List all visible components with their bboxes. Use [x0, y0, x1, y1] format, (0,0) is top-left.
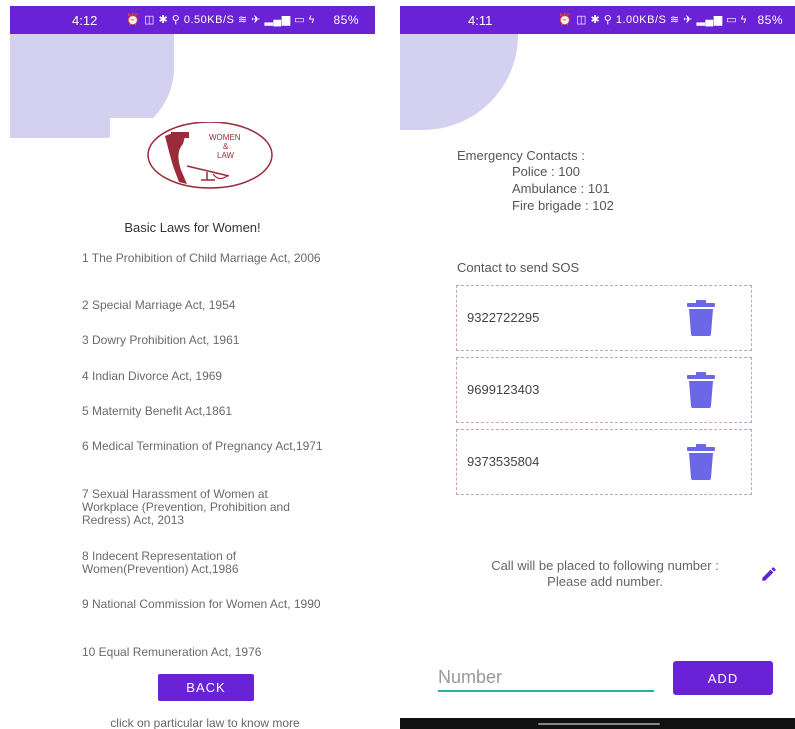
law-item[interactable]: 10 Equal Remuneration Act, 1976	[82, 646, 327, 659]
status-time: 4:12	[72, 12, 98, 28]
sos-screen: 4:11 ⏰ ◫ ✱ ⚲ 1.00KB/S ≋ ✈ ▂▄▆ ▭ ϟ 85% Em…	[400, 0, 795, 729]
back-button[interactable]: BACK	[158, 674, 254, 701]
sos-contact-card: 9699123403	[456, 357, 752, 423]
trash-icon[interactable]	[685, 372, 717, 408]
law-item[interactable]: 8 Indecent Representation of Women(Preve…	[82, 550, 327, 576]
sos-contact-card: 9373535804	[456, 429, 752, 495]
sos-contact-card: 9322722295	[456, 285, 752, 351]
law-item[interactable]: 1 The Prohibition of Child Marriage Act,…	[82, 252, 327, 265]
call-line: Call will be placed to following number …	[491, 558, 719, 573]
law-item[interactable]: 2 Special Marriage Act, 1954	[82, 299, 327, 312]
contact-number: 9699123403	[467, 382, 540, 397]
status-icons: ⏰ ◫ ✱ ⚲ 0.50KB/S ≋ ✈ ▂▄▆ ▭ ϟ	[126, 14, 315, 26]
ambulance-number: Ambulance : 101	[512, 181, 610, 196]
status-icons: ⏰ ◫ ✱ ⚲ 1.00KB/S ≋ ✈ ▂▄▆ ▭ ϟ	[558, 14, 747, 26]
navigation-bar	[400, 718, 795, 729]
laws-title: Basic Laws for Women!	[124, 220, 261, 235]
logo-text-women: WOMEN	[209, 133, 241, 142]
call-target-text: Call will be placed to following number …	[455, 558, 755, 590]
law-item[interactable]: 9 National Commission for Women Act, 199…	[82, 598, 327, 611]
edit-pencil-icon[interactable]	[760, 565, 778, 583]
status-time: 4:11	[468, 12, 493, 28]
battery-percent: 85%	[757, 13, 783, 27]
laws-screen: 4:12 ⏰ ◫ ✱ ⚲ 0.50KB/S ≋ ✈ ▂▄▆ ▭ ϟ 85% WO…	[0, 0, 385, 729]
fire-brigade-number: Fire brigade : 102	[512, 198, 614, 213]
emergency-heading: Emergency Contacts :	[457, 148, 585, 163]
law-item[interactable]: 3 Dowry Prohibition Act, 1961	[82, 334, 327, 347]
status-bar: 4:12 ⏰ ◫ ✱ ⚲ 0.50KB/S ≋ ✈ ▂▄▆ ▭ ϟ 85%	[10, 6, 375, 34]
call-status: Please add number.	[547, 574, 663, 589]
logo-text-amp: &	[223, 142, 229, 151]
law-item[interactable]: 4 Indian Divorce Act, 1969	[82, 370, 327, 383]
contact-number: 9322722295	[467, 310, 540, 325]
battery-percent: 85%	[333, 13, 359, 27]
home-handle[interactable]	[538, 723, 660, 725]
footer-hint: click on particular law to know more	[110, 716, 300, 729]
trash-icon[interactable]	[685, 300, 717, 336]
law-item[interactable]: 6 Medical Termination of Pregnancy Act,1…	[82, 440, 327, 453]
logo-text-law: LAW	[217, 151, 234, 160]
number-input[interactable]	[438, 664, 654, 692]
sos-contacts-label: Contact to send SOS	[457, 260, 580, 275]
trash-icon[interactable]	[685, 444, 717, 480]
law-item[interactable]: 5 Maternity Benefit Act,1861	[82, 405, 327, 418]
law-item[interactable]: 7 Sexual Harassment of Women at Workplac…	[82, 488, 327, 527]
decorative-blob	[400, 34, 518, 130]
police-number: Police : 100	[512, 164, 580, 179]
contact-number: 9373535804	[467, 454, 540, 469]
add-button[interactable]: ADD	[673, 661, 773, 695]
women-law-logo: WOMEN & LAW	[147, 122, 273, 189]
status-bar: 4:11 ⏰ ◫ ✱ ⚲ 1.00KB/S ≋ ✈ ▂▄▆ ▭ ϟ 85%	[400, 6, 795, 34]
